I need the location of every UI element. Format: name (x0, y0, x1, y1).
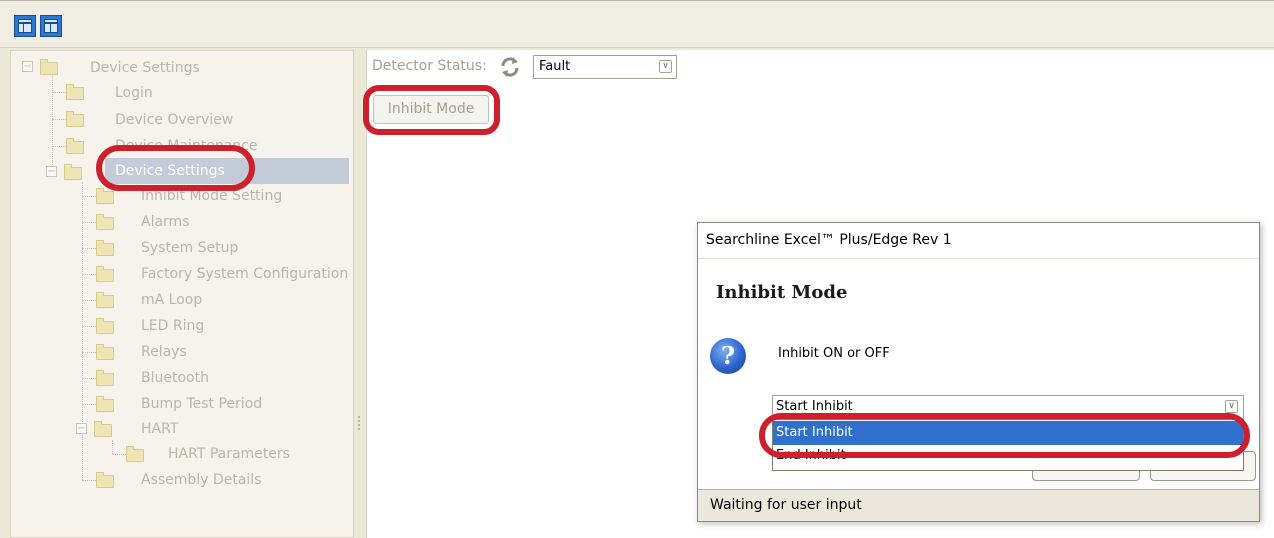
dialog-status-bar: Waiting for user input (698, 489, 1259, 521)
folder-icon (96, 318, 114, 334)
folder-icon (66, 111, 84, 127)
collapse-icon[interactable]: − (22, 61, 33, 72)
tree-item-assembly-details[interactable]: Assembly Details (141, 467, 261, 493)
tree-item-relays[interactable]: Relays (141, 339, 187, 365)
detector-status-select[interactable]: Fault ∨ (533, 55, 677, 79)
folder-icon (96, 188, 114, 204)
collapse-icon[interactable]: − (46, 166, 57, 177)
tree-item-factory-system-configuration[interactable]: Factory System Configuration (141, 261, 348, 287)
dialog-message: Inhibit ON or OFF (778, 346, 890, 361)
tree-item-alarms[interactable]: Alarms (141, 209, 190, 235)
toolbar (0, 0, 1274, 48)
layout-split-icon[interactable] (40, 15, 62, 37)
folder-icon (96, 396, 114, 412)
folder-open-icon (64, 164, 82, 180)
tree-item-hart-parameters[interactable]: HART Parameters (168, 441, 290, 467)
folder-icon (66, 138, 84, 154)
collapse-icon[interactable]: − (76, 423, 87, 434)
folder-icon (96, 370, 114, 386)
folder-icon (96, 472, 114, 488)
folder-icon (126, 446, 144, 462)
layout-icon[interactable] (14, 15, 36, 37)
dialog-title: Searchline Excel™ Plus/Edge Rev 1 (706, 232, 952, 248)
tree-item-device-settings-root[interactable]: Device Settings (90, 55, 200, 81)
inhibit-mode-dialog: Searchline Excel™ Plus/Edge Rev 1 Inhibi… (697, 222, 1260, 522)
folder-icon (96, 214, 114, 230)
folder-icon (96, 266, 114, 282)
detector-status-label: Detector Status: (372, 58, 487, 74)
question-icon: ? (710, 338, 746, 374)
dialog-status-text: Waiting for user input (710, 497, 862, 513)
detector-status-value: Fault (539, 59, 571, 74)
highlight-inhibit-button (363, 85, 500, 135)
tree-item-device-overview[interactable]: Device Overview (115, 107, 233, 133)
folder-icon (96, 344, 114, 360)
tree-item-system-setup[interactable]: System Setup (141, 235, 238, 261)
tree-item-bluetooth[interactable]: Bluetooth (141, 365, 209, 391)
folder-icon (66, 84, 84, 100)
chevron-down-icon[interactable]: ∨ (659, 60, 672, 73)
folder-icon (96, 240, 114, 256)
tree-item-led-ring[interactable]: LED Ring (141, 313, 204, 339)
refresh-icon[interactable] (499, 56, 521, 78)
tree-item-login[interactable]: Login (115, 80, 153, 106)
tree-item-bump-test-period[interactable]: Bump Test Period (141, 391, 262, 417)
folder-open-icon (94, 421, 112, 437)
folder-open-icon (40, 59, 58, 75)
tree-item-hart[interactable]: HART (141, 416, 178, 442)
highlight-start-inhibit-option (759, 413, 1250, 458)
dialog-heading: Inhibit Mode (716, 282, 848, 303)
tree-item-ma-loop[interactable]: mA Loop (141, 287, 202, 313)
inhibit-select-value: Start Inhibit (776, 399, 853, 414)
chevron-down-icon[interactable]: ∨ (1225, 400, 1238, 413)
highlight-tree-selection (96, 145, 255, 191)
folder-icon (96, 292, 114, 308)
